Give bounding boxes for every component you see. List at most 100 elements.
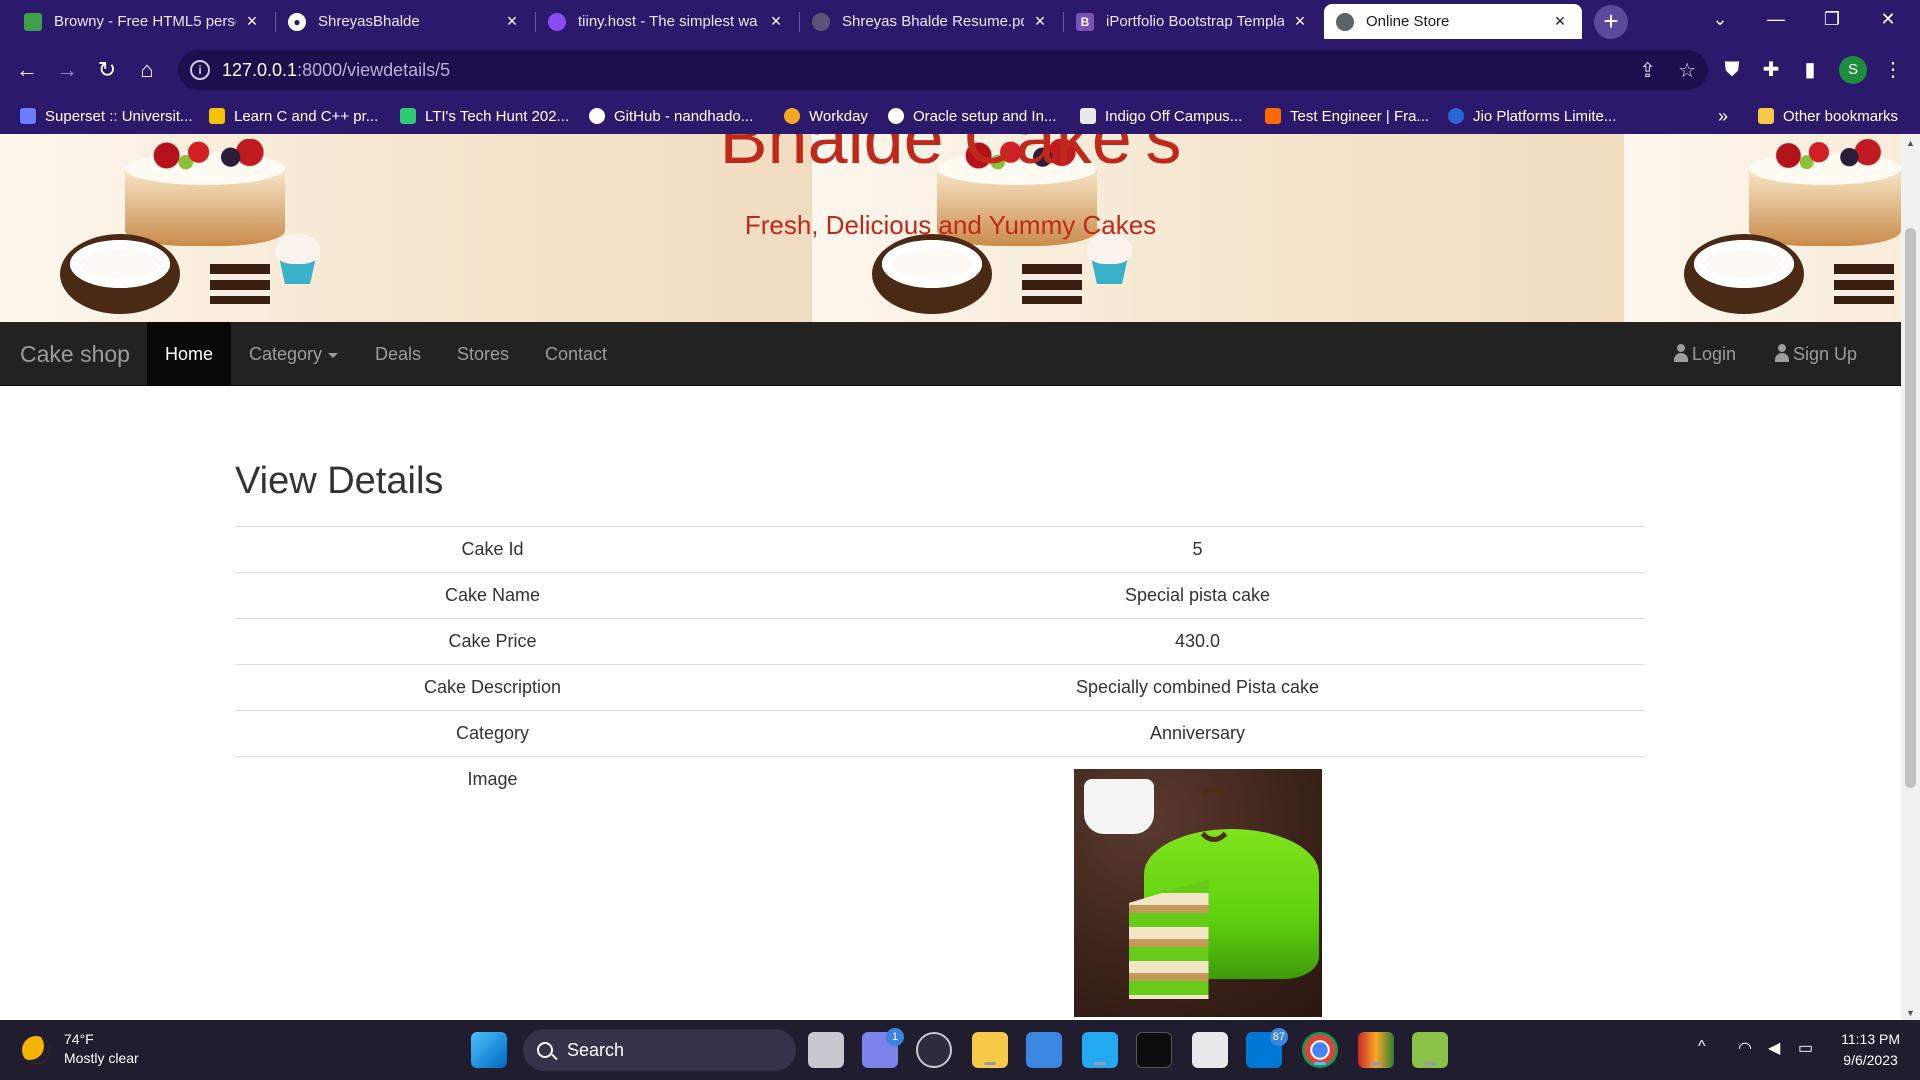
chevron-up-icon[interactable]: ^ — [1698, 1038, 1706, 1056]
menu-kebab-icon[interactable]: ⋮ — [1878, 55, 1908, 85]
nav-home[interactable]: Home — [147, 322, 232, 386]
wifi-icon[interactable]: ◠ — [1738, 1038, 1752, 1058]
bookmark-item[interactable]: LTI's Tech Hunt 202... — [400, 105, 569, 127]
superset-icon — [20, 108, 36, 124]
moon-weather-icon — [22, 1036, 50, 1064]
close-window-button[interactable]: ✕ — [1860, 0, 1916, 38]
close-icon[interactable]: × — [1030, 11, 1050, 32]
page-scrollbar[interactable]: ▲ ▼ — [1901, 134, 1920, 1020]
vscode-icon[interactable] — [1082, 1032, 1118, 1068]
browser-tab[interactable]: Shreyas Bhalde Resume.pdf × — [800, 4, 1062, 39]
scroll-down-arrow-icon[interactable]: ▼ — [1901, 1008, 1920, 1018]
browser-tab[interactable]: tiiny.host - The simplest wa × — [536, 4, 798, 39]
address-bar[interactable]: i 127.0.0.1:8000/viewdetails/5 ⇪ ☆ — [178, 50, 1708, 90]
site-info-icon[interactable]: i — [190, 60, 210, 80]
windows-start-icon[interactable] — [471, 1032, 507, 1068]
bookmark-label: Test Engineer | Fra... — [1290, 107, 1429, 125]
battery-icon[interactable]: ▭ — [1798, 1038, 1813, 1058]
tab-search-chevron-icon[interactable]: ⌄ — [1692, 0, 1748, 38]
omnibox-actions: ⇪ ☆ — [1639, 58, 1696, 83]
winrar-icon[interactable] — [1358, 1032, 1394, 1068]
bookmark-item[interactable]: GitHub - nandhado... — [589, 105, 753, 127]
close-icon[interactable]: × — [1550, 11, 1570, 32]
bookmark-item[interactable]: Workday — [784, 105, 868, 127]
mail-icon[interactable]: 87 — [1246, 1028, 1288, 1068]
bookmark-star-icon[interactable]: ☆ — [1678, 58, 1696, 83]
cake-slice-shape — [1128, 879, 1209, 999]
nav-category-dropdown[interactable]: Category — [231, 322, 356, 386]
reload-icon[interactable]: ↻ — [90, 53, 124, 87]
row-label: Cake Description — [235, 664, 750, 711]
profile-avatar[interactable]: S — [1839, 56, 1867, 84]
bookmark-item[interactable]: Indigo Off Campus... — [1080, 105, 1242, 127]
close-icon[interactable]: × — [242, 11, 262, 32]
other-bookmarks-folder[interactable]: Other bookmarks — [1758, 105, 1898, 127]
cake-slice-illustration — [1834, 264, 1894, 304]
browser-tab[interactable]: Browny - Free HTML5 perso × — [12, 4, 274, 39]
github-icon: ● — [288, 12, 306, 31]
bookmark-label: Learn C and C++ pr... — [234, 107, 379, 125]
home-icon[interactable]: ⌂ — [130, 53, 164, 87]
cupcake-illustration — [275, 234, 320, 284]
cake-illustration — [60, 234, 180, 314]
browser-tab-active[interactable]: Online Store × — [1324, 4, 1582, 39]
browser-tab[interactable]: ● ShreyasBhalde × — [276, 4, 534, 39]
bookmark-item[interactable]: Oracle setup and In... — [888, 105, 1056, 127]
notepad-icon[interactable] — [1192, 1032, 1228, 1068]
task-view-icon[interactable] — [808, 1032, 844, 1068]
media-player-icon[interactable] — [916, 1032, 952, 1068]
nav-stores[interactable]: Stores — [439, 322, 527, 386]
share-icon[interactable]: ⇪ — [1639, 58, 1656, 83]
volume-icon[interactable]: ◀ — [1768, 1038, 1780, 1058]
nav-signup[interactable]: Sign Up — [1757, 322, 1875, 386]
url-path: :8000/viewdetails/5 — [297, 59, 451, 80]
extensions-puzzle-icon[interactable]: ✚ — [1756, 55, 1786, 85]
close-icon[interactable]: × — [766, 11, 786, 32]
shield-extension-icon[interactable]: ⛊ — [1717, 55, 1747, 85]
windows-taskbar: 74°F Mostly clear Search 1 87 ^ ◠ ◀ ▭ 11… — [0, 1020, 1920, 1080]
table-row: Cake Price 430.0 — [235, 618, 1645, 665]
nav-deals[interactable]: Deals — [357, 322, 439, 386]
clock-date: 9/6/2023 — [1843, 1052, 1898, 1068]
scrollbar-thumb[interactable] — [1905, 228, 1916, 788]
bookmark-item[interactable]: Test Engineer | Fra... — [1265, 105, 1429, 127]
weather-widget[interactable]: 74°F Mostly clear — [22, 1030, 139, 1068]
running-indicator — [1094, 1062, 1106, 1065]
pdf-icon — [812, 12, 830, 31]
back-arrow-icon[interactable]: ← — [10, 53, 44, 87]
row-label: Cake Name — [235, 572, 750, 619]
teams-chat-icon[interactable]: 1 — [862, 1028, 904, 1068]
restore-button[interactable]: ❐ — [1804, 0, 1860, 38]
chrome-icon[interactable] — [1302, 1032, 1338, 1068]
bookmark-item[interactable]: Jio Platforms Limite... — [1448, 105, 1616, 127]
scroll-up-arrow-icon[interactable]: ▲ — [1901, 138, 1920, 148]
table-row: Category Anniversary — [235, 710, 1645, 757]
bookmark-item[interactable]: Learn C and C++ pr... — [209, 105, 378, 127]
new-tab-button[interactable]: + — [1594, 5, 1628, 39]
side-panel-icon[interactable]: ▮ — [1795, 55, 1825, 85]
system-clock[interactable]: 11:13 PM 9/6/2023 — [1841, 1029, 1900, 1071]
chocolate-decoration-shape — [1193, 787, 1234, 842]
learn-c-icon — [209, 108, 225, 124]
taskbar-search[interactable]: Search — [523, 1029, 796, 1071]
microsoft-store-icon[interactable] — [1026, 1032, 1062, 1068]
bar-chart-icon — [400, 108, 416, 124]
nav-contact[interactable]: Contact — [527, 322, 625, 386]
row-label: Category — [235, 710, 750, 757]
close-icon[interactable]: × — [1290, 11, 1310, 32]
bookmark-item[interactable]: Superset :: Universit... — [20, 105, 193, 127]
notepad-plus-icon[interactable] — [1412, 1032, 1448, 1068]
close-icon[interactable]: × — [502, 11, 522, 32]
browser-tab[interactable]: B iPortfolio Bootstrap Templa × — [1064, 4, 1322, 39]
minimize-button[interactable]: — — [1748, 0, 1804, 38]
file-explorer-icon[interactable] — [972, 1032, 1008, 1068]
bootstrap-icon: B — [1076, 12, 1094, 31]
terminal-icon[interactable] — [1136, 1032, 1172, 1068]
nav-login[interactable]: Login — [1656, 322, 1754, 386]
brand-link[interactable]: Cake shop — [20, 322, 130, 386]
weather-condition: Mostly clear — [64, 1050, 139, 1066]
forward-arrow-icon[interactable]: → — [50, 53, 84, 87]
bookmarks-overflow-button[interactable]: » — [1718, 105, 1728, 127]
row-value: Anniversary — [750, 710, 1645, 757]
row-value: 5 — [750, 526, 1645, 573]
